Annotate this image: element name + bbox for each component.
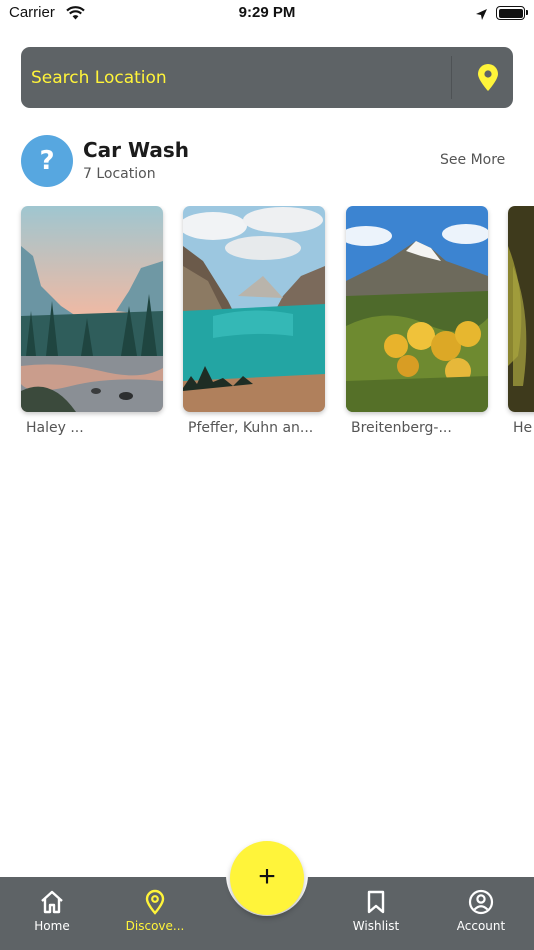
valley-sunset-photo: [21, 206, 163, 412]
location-card[interactable]: Haley ...: [21, 206, 163, 436]
bookmark-icon: [367, 890, 385, 914]
see-more-link[interactable]: See More: [440, 152, 505, 168]
tab-wishlist-label: Wishlist: [352, 919, 400, 933]
location-pin-button[interactable]: [474, 63, 502, 93]
tab-home-label: Home: [34, 919, 70, 933]
search-divider: [451, 56, 452, 99]
dark-forest-photo: [508, 206, 534, 412]
fjord-lake-photo: [183, 206, 325, 412]
location-pin-icon: [478, 64, 498, 91]
search-bar: [21, 47, 513, 108]
search-input[interactable]: [31, 59, 441, 97]
tab-discover-label: Discove...: [125, 919, 185, 933]
home-icon: [41, 890, 63, 914]
tab-home[interactable]: Home: [7, 889, 97, 933]
location-carousel[interactable]: Haley ... Pfeffer, Kuhn an... Breitenber…: [0, 206, 534, 446]
location-card-title: He: [513, 420, 533, 436]
location-pin-icon: [145, 889, 165, 915]
category-location-count: 7 Location: [83, 166, 156, 182]
category-title: Car Wash: [83, 138, 189, 162]
tab-wishlist[interactable]: Wishlist: [331, 889, 421, 933]
battery-tip: [526, 10, 528, 15]
location-card[interactable]: Breitenberg-...: [346, 206, 488, 436]
plus-icon: +: [258, 860, 276, 893]
account-circle-icon: [468, 889, 494, 915]
battery-icon: [496, 6, 525, 20]
add-button[interactable]: +: [230, 841, 304, 915]
status-bar: Carrier 9:29 PM: [0, 0, 534, 30]
location-card-title: Breitenberg-...: [351, 420, 452, 436]
location-card-title: Haley ...: [26, 420, 84, 436]
location-card-title: Pfeffer, Kuhn an...: [188, 420, 314, 436]
tab-discover[interactable]: Discove...: [110, 889, 200, 933]
category-avatar: ?: [21, 135, 73, 187]
location-card[interactable]: He: [508, 206, 534, 436]
tab-account-label: Account: [456, 919, 506, 933]
tab-account[interactable]: Account: [436, 889, 526, 933]
location-arrow-icon: [475, 6, 488, 25]
autumn-mountain-photo: [346, 206, 488, 412]
location-card[interactable]: Pfeffer, Kuhn an...: [183, 206, 325, 436]
status-time: 9:29 PM: [238, 4, 296, 21]
